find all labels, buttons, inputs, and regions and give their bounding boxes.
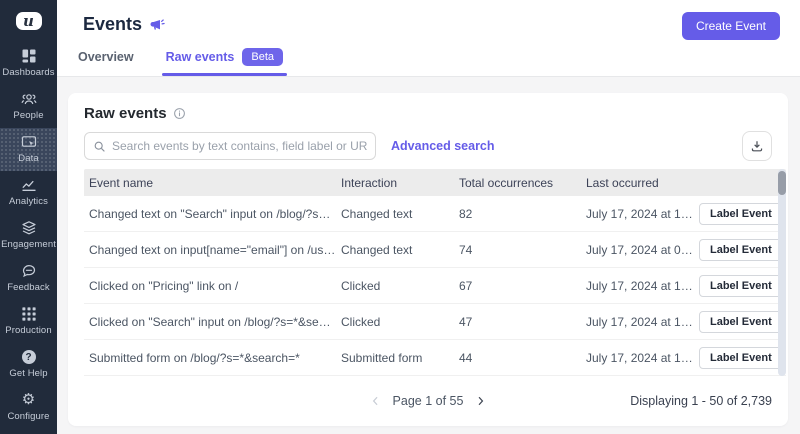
last-occurred-cell: July 17, 2024 at 10... <box>581 351 694 365</box>
events-table: Event name Interaction Total occurrences… <box>84 169 786 376</box>
results-summary: Displaying 1 - 50 of 2,739 <box>630 394 788 408</box>
download-icon <box>750 139 764 153</box>
table-row: Clicked on "Pricing" link on / Clicked 6… <box>84 268 786 304</box>
production-icon <box>21 306 37 322</box>
create-event-button[interactable]: Create Event <box>682 12 780 40</box>
table-row: Changed text on "Search" input on /blog/… <box>84 196 786 232</box>
tab-raw-events[interactable]: Raw events Beta <box>166 48 283 76</box>
next-page-chevron-icon[interactable] <box>474 395 486 407</box>
sidebar-item-people[interactable]: People <box>0 85 57 128</box>
sidebar-item-dashboards[interactable]: Dashboards <box>0 42 57 85</box>
interaction-cell: Changed text <box>336 243 454 257</box>
event-name-cell: Submitted form on /blog/?s=*&search=* <box>84 351 336 365</box>
table-body: Changed text on "Search" input on /blog/… <box>84 196 786 376</box>
card-title: Raw events <box>84 105 167 122</box>
analytics-icon <box>21 177 37 193</box>
sidebar: u Dashboards People Data Analytics Engag… <box>0 0 57 434</box>
sidebar-item-configure[interactable]: ⚙ Configure <box>0 386 57 429</box>
tab-overview[interactable]: Overview <box>78 48 134 76</box>
event-name-cell: Changed text on input[name="email"] on /… <box>84 243 336 257</box>
table-scrollbar-track[interactable] <box>778 169 786 376</box>
total-occurrences-cell: 67 <box>454 279 581 293</box>
label-event-button[interactable]: Label Event <box>699 311 783 333</box>
tabs: Overview Raw events Beta <box>57 48 800 76</box>
table-row: Clicked on "Search" input on /blog/?s=*&… <box>84 304 786 340</box>
total-occurrences-cell: 44 <box>454 351 581 365</box>
last-occurred-cell: July 17, 2024 at 10... <box>581 279 694 293</box>
table-scrollbar-thumb[interactable] <box>778 171 786 195</box>
announcement-megaphone-icon[interactable] <box>149 17 165 33</box>
advanced-search-link[interactable]: Advanced search <box>391 139 495 153</box>
total-occurrences-cell: 47 <box>454 315 581 329</box>
col-event-name: Event name <box>84 176 336 190</box>
download-button[interactable] <box>742 131 772 161</box>
get-help-icon: ? <box>22 349 36 365</box>
sidebar-item-feedback[interactable]: Feedback <box>0 257 57 300</box>
last-occurred-cell: July 17, 2024 at 05... <box>581 243 694 257</box>
pagination: Page 1 of 55 <box>370 394 487 408</box>
userpilot-logo[interactable]: u <box>16 12 42 30</box>
col-interaction: Interaction <box>336 176 454 190</box>
beta-badge: Beta <box>242 48 283 66</box>
interaction-cell: Submitted form <box>336 351 454 365</box>
sidebar-nav: Dashboards People Data Analytics Engagem… <box>0 42 57 300</box>
sidebar-item-engagement[interactable]: Engagement <box>0 214 57 257</box>
last-occurred-cell: July 17, 2024 at 10... <box>581 207 694 221</box>
sidebar-item-data[interactable]: Data <box>0 128 57 171</box>
previous-page-chevron-icon[interactable] <box>370 395 382 407</box>
table-header: Event name Interaction Total occurrences… <box>84 169 786 196</box>
card-footer: Page 1 of 55 Displaying 1 - 50 of 2,739 <box>68 386 788 416</box>
sidebar-item-get-help[interactable]: ? Get Help <box>0 343 57 386</box>
data-icon <box>21 134 37 150</box>
search-input[interactable] <box>112 139 367 153</box>
search-box <box>84 132 376 160</box>
label-event-button[interactable]: Label Event <box>699 347 783 369</box>
last-occurred-cell: July 17, 2024 at 10... <box>581 315 694 329</box>
page-header: Events Create Event Overview Raw events … <box>57 0 800 77</box>
info-icon[interactable] <box>173 107 186 120</box>
sidebar-item-production[interactable]: Production <box>0 300 57 343</box>
dashboards-icon <box>21 48 37 64</box>
table-row: Submitted form on /blog/?s=*&search=* Su… <box>84 340 786 376</box>
table-row: Changed text on input[name="email"] on /… <box>84 232 786 268</box>
configure-icon: ⚙ <box>22 392 35 408</box>
content-area: Raw events <box>57 77 800 434</box>
sidebar-nav-secondary: Production ? Get Help ⚙ Configure <box>0 300 57 429</box>
interaction-cell: Changed text <box>336 207 454 221</box>
label-event-button[interactable]: Label Event <box>699 239 783 261</box>
col-last-occurred: Last occurred <box>581 176 694 190</box>
page-indicator: Page 1 of 55 <box>393 394 464 408</box>
interaction-cell: Clicked <box>336 279 454 293</box>
total-occurrences-cell: 74 <box>454 243 581 257</box>
raw-events-card: Raw events <box>68 93 788 426</box>
event-name-cell: Clicked on "Search" input on /blog/?s=*&… <box>84 315 336 329</box>
main-area: Events Create Event Overview Raw events … <box>57 0 800 434</box>
label-event-button[interactable]: Label Event <box>699 275 783 297</box>
col-total-occurrences: Total occurrences <box>454 176 581 190</box>
event-name-cell: Changed text on "Search" input on /blog/… <box>84 207 336 221</box>
search-icon <box>93 140 106 153</box>
page-title: Events <box>83 14 142 35</box>
label-event-button[interactable]: Label Event <box>699 203 783 225</box>
people-icon <box>21 91 37 107</box>
feedback-icon <box>21 263 37 279</box>
event-name-cell: Clicked on "Pricing" link on / <box>84 279 336 293</box>
total-occurrences-cell: 82 <box>454 207 581 221</box>
engagement-icon <box>21 220 37 236</box>
interaction-cell: Clicked <box>336 315 454 329</box>
sidebar-item-analytics[interactable]: Analytics <box>0 171 57 214</box>
